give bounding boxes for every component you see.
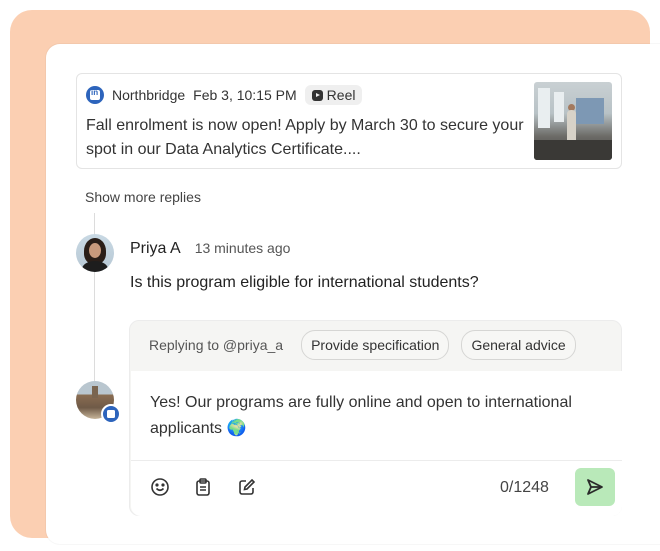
post-thumbnail[interactable] [534,82,612,160]
linkedin-icon [86,86,104,104]
reel-badge: Reel [304,85,363,105]
reel-icon [311,89,323,101]
replying-to-label: Replying to @priya_a [149,337,284,353]
commenter-avatar[interactable] [76,234,114,272]
chip-general-advice[interactable]: General advice [461,330,576,360]
reply-suggestions-bar: Replying to @priya_a Provide specificati… [130,321,621,369]
send-button[interactable] [575,468,615,506]
avatar-face [89,243,101,258]
send-icon [587,479,603,495]
reel-badge-label: Reel [326,87,356,103]
reply-input[interactable]: Yes! Our programs are fully online and o… [150,390,610,442]
post-header: Northbridge Feb 3, 10:15 PM Reel [86,82,363,108]
show-more-replies[interactable]: Show more replies [85,189,201,205]
character-counter: 0/1248 [500,479,549,496]
avatar-building [92,386,98,398]
thumbnail-screen [576,98,604,124]
thumbnail-window [538,88,550,128]
comment-time: 13 minutes ago [194,240,291,256]
thumbnail-person [567,110,576,140]
reply-panel: Replying to @priya_a Provide specificati… [129,320,622,516]
reply-composer[interactable]: Yes! Our programs are fully online and o… [131,371,622,516]
edit-icon[interactable] [236,476,258,498]
post-text: Fall enrolment is now open! Apply by Mar… [86,117,524,158]
post-date: Feb 3, 10:15 PM [193,87,297,103]
post-preview[interactable]: Northbridge Feb 3, 10:15 PM Reel Fall en… [76,73,622,169]
post-author: Northbridge [112,87,186,103]
thumbnail-desk [534,140,612,160]
clipboard-icon[interactable] [192,476,214,498]
composer-divider [131,460,622,461]
comment-header: Priya A 13 minutes ago [130,240,290,258]
commenter-name[interactable]: Priya A [130,240,181,258]
chip-provide-specification[interactable]: Provide specification [301,330,450,360]
linkedin-badge-icon [101,404,121,424]
avatar-body [82,261,108,272]
thumbnail-window [554,92,564,122]
emoji-icon[interactable] [149,476,171,498]
comment-text: Is this program eligible for internation… [130,274,479,291]
